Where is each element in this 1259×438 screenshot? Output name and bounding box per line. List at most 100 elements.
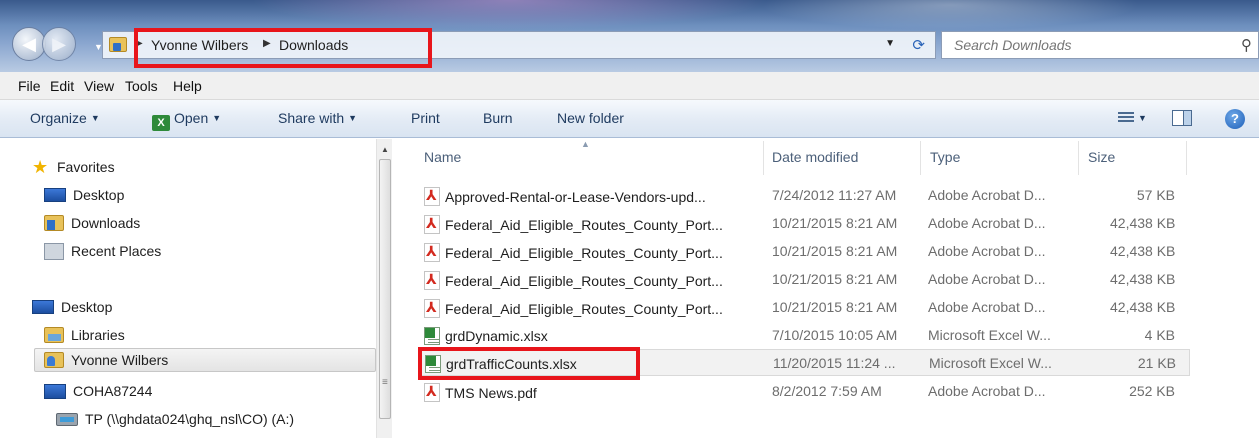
forward-arrow-icon: ▶ <box>52 33 66 54</box>
share-with-button[interactable]: Share with ▼ <box>278 110 357 126</box>
file-name: grdDynamic.xlsx <box>445 328 548 344</box>
refresh-icon[interactable]: ⟳ <box>912 36 925 54</box>
back-arrow-icon: ◀ <box>22 33 36 54</box>
chevron-down-icon: ▼ <box>212 113 222 123</box>
nav-computer[interactable]: COHA87244 <box>44 379 152 403</box>
share-with-label: Share with <box>278 110 345 126</box>
column-divider[interactable] <box>920 141 921 175</box>
star-icon: ★ <box>32 157 49 177</box>
file-type: Microsoft Excel W... <box>929 355 1052 371</box>
menu-view[interactable]: View <box>84 78 114 94</box>
aero-glow <box>250 0 770 30</box>
burn-button[interactable]: Burn <box>483 110 513 126</box>
address-history-dropdown-icon[interactable]: ▼ <box>885 38 895 49</box>
file-name: Approved-Rental-or-Lease-Vendors-upd... <box>445 189 706 205</box>
column-header-name[interactable]: Name <box>424 149 461 165</box>
nav-desktop-root[interactable]: Desktop <box>32 295 112 319</box>
desktop-icon <box>32 300 54 314</box>
highlight-annotation-file <box>418 347 640 380</box>
file-row[interactable]: TMS News.pdf 8/2/2012 7:59 AM Adobe Acro… <box>420 378 1190 405</box>
search-box[interactable]: ⚲ <box>941 31 1259 59</box>
print-button[interactable]: Print <box>411 110 440 126</box>
organize-button[interactable]: Organize ▼ <box>30 110 100 126</box>
pdf-icon <box>424 215 440 234</box>
column-header-type[interactable]: Type <box>930 149 960 165</box>
column-divider[interactable] <box>1186 141 1187 175</box>
excel-icon: X <box>152 115 170 131</box>
change-view-icon[interactable] <box>1118 112 1134 125</box>
computer-icon <box>44 383 66 399</box>
file-date: 10/21/2015 8:21 AM <box>772 243 898 259</box>
file-type: Adobe Acrobat D... <box>928 187 1046 203</box>
file-row[interactable]: Approved-Rental-or-Lease-Vendors-upd... … <box>420 182 1190 209</box>
nav-user-folder[interactable]: Yvonne Wilbers <box>34 348 376 372</box>
file-size: 57 KB <box>1136 187 1175 203</box>
open-button[interactable]: X Open ▼ <box>152 110 221 131</box>
file-row[interactable]: Federal_Aid_Eligible_Routes_County_Port.… <box>420 266 1190 293</box>
menu-bar: File Edit View Tools Help <box>0 72 1259 100</box>
column-divider[interactable] <box>763 141 764 175</box>
file-date: 11/20/2015 11:24 ... <box>773 355 896 371</box>
organize-label: Organize <box>30 110 87 126</box>
back-button[interactable]: ◀ <box>12 27 46 61</box>
help-icon[interactable]: ? <box>1225 109 1245 129</box>
user-folder-icon <box>44 352 64 368</box>
nav-favorites[interactable]: ★ Favorites <box>32 155 115 179</box>
navigation-scrollbar[interactable]: ▲ ≡ <box>376 139 392 438</box>
scroll-up-icon[interactable]: ▲ <box>381 145 389 154</box>
file-row[interactable]: grdDynamic.xlsx 7/10/2015 10:05 AM Micro… <box>420 322 1190 349</box>
file-name: TMS News.pdf <box>445 385 537 401</box>
nav-recent-places[interactable]: Recent Places <box>44 239 161 263</box>
libraries-icon <box>44 327 64 343</box>
file-size: 4 KB <box>1144 327 1175 343</box>
file-row[interactable]: Federal_Aid_Eligible_Routes_County_Port.… <box>420 294 1190 321</box>
column-divider[interactable] <box>1078 141 1079 175</box>
nav-network-drive[interactable]: TP (\\ghdata024\ghq_nsl\CO) (A:) <box>56 407 294 431</box>
file-name: Federal_Aid_Eligible_Routes_County_Port.… <box>445 245 723 261</box>
search-input[interactable] <box>942 32 1202 58</box>
sort-ascending-icon: ▲ <box>581 139 590 149</box>
nav-desktop-label: Desktop <box>73 187 125 203</box>
nav-computer-label: COHA87244 <box>73 383 153 399</box>
file-date: 10/21/2015 8:21 AM <box>772 299 898 315</box>
file-size: 42,438 KB <box>1110 215 1176 231</box>
nav-favorites-label: Favorites <box>57 159 115 175</box>
file-row[interactable]: Federal_Aid_Eligible_Routes_County_Port.… <box>420 238 1190 265</box>
file-date: 7/24/2012 11:27 AM <box>772 187 897 203</box>
column-header-size[interactable]: Size <box>1088 149 1115 165</box>
menu-tools[interactable]: Tools <box>125 78 158 94</box>
file-type: Adobe Acrobat D... <box>928 383 1046 399</box>
menu-help[interactable]: Help <box>173 78 202 94</box>
nav-downloads[interactable]: Downloads <box>44 211 140 235</box>
file-row[interactable]: Federal_Aid_Eligible_Routes_County_Port.… <box>420 210 1190 237</box>
file-type: Adobe Acrobat D... <box>928 271 1046 287</box>
search-icon[interactable]: ⚲ <box>1241 36 1252 54</box>
chevron-down-icon: ▼ <box>348 113 358 123</box>
nav-libraries-label: Libraries <box>71 327 125 343</box>
preview-pane-icon[interactable] <box>1172 110 1192 126</box>
recent-places-icon <box>44 242 64 260</box>
pdf-icon <box>424 243 440 262</box>
chevron-down-icon: ▼ <box>90 113 100 123</box>
network-drive-icon <box>56 412 78 426</box>
nav-libraries[interactable]: Libraries <box>44 323 125 347</box>
menu-file[interactable]: File <box>18 78 41 94</box>
downloads-folder-icon <box>44 215 64 231</box>
nav-desktop-favorite[interactable]: Desktop <box>44 183 124 207</box>
nav-desktop-root-label: Desktop <box>61 299 113 315</box>
forward-button[interactable]: ▶ <box>42 27 76 61</box>
file-size: 252 KB <box>1129 383 1175 399</box>
pdf-icon <box>424 383 440 402</box>
file-name-cell: Federal_Aid_Eligible_Routes_County_Port.… <box>424 299 768 318</box>
chevron-down-icon[interactable]: ▼ <box>1138 113 1147 123</box>
nav-network-drive-label: TP (\\ghdata024\ghq_nsl\CO) (A:) <box>85 411 295 427</box>
file-date: 10/21/2015 8:21 AM <box>772 215 898 231</box>
open-label: Open <box>174 110 209 126</box>
file-name-cell: Federal_Aid_Eligible_Routes_County_Port.… <box>424 243 768 262</box>
highlight-annotation-breadcrumb <box>134 28 432 68</box>
new-folder-button[interactable]: New folder <box>557 110 624 126</box>
file-size: 21 KB <box>1137 355 1176 371</box>
file-type: Adobe Acrobat D... <box>928 299 1046 315</box>
column-header-date-modified[interactable]: Date modified <box>772 149 858 165</box>
menu-edit[interactable]: Edit <box>50 78 74 94</box>
